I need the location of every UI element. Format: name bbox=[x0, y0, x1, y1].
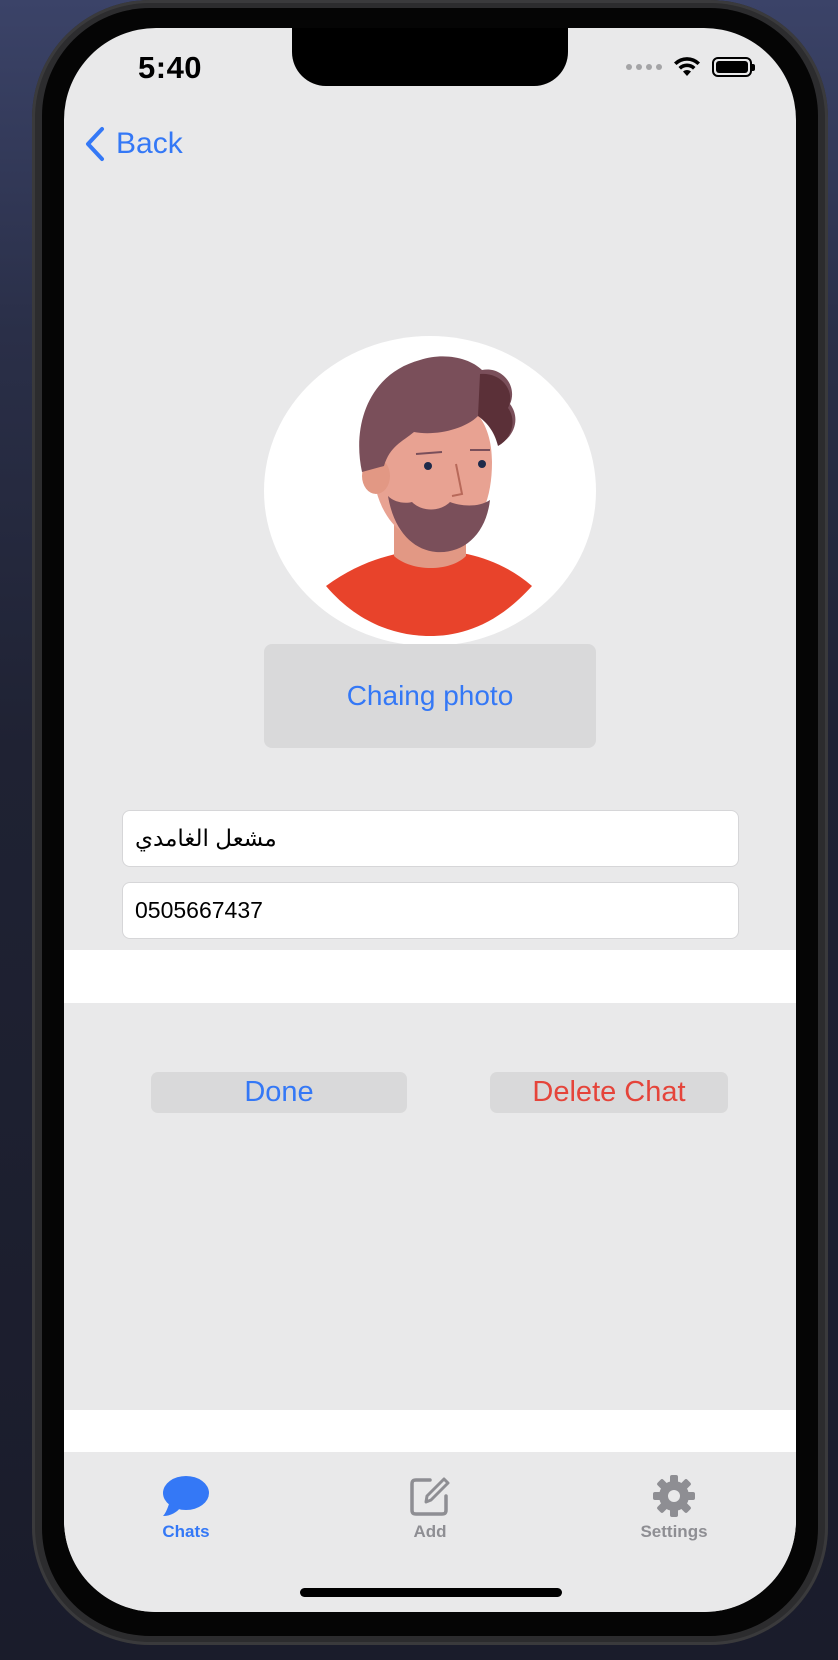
delete-chat-button[interactable]: Delete Chat bbox=[490, 1072, 728, 1113]
tab-chats-label: Chats bbox=[162, 1522, 210, 1541]
tab-add[interactable]: Add bbox=[370, 1474, 490, 1542]
back-button[interactable]: Back bbox=[84, 126, 183, 162]
name-field[interactable]: مشعل الغامدي bbox=[122, 810, 739, 867]
home-indicator bbox=[300, 1588, 562, 1597]
change-photo-button[interactable]: Chaing photo bbox=[264, 644, 596, 748]
done-button[interactable]: Done bbox=[151, 1072, 407, 1113]
tab-settings-label: Settings bbox=[640, 1522, 708, 1541]
status-icons bbox=[626, 56, 755, 78]
battery-icon bbox=[712, 57, 755, 77]
back-label: Back bbox=[116, 127, 183, 160]
wifi-icon bbox=[674, 57, 700, 76]
phone-field[interactable]: 0505667437 bbox=[122, 882, 739, 939]
tab-add-label: Add bbox=[413, 1522, 447, 1541]
phone-screen: 5:40 Back Chaing photo مشعل الغامدي 0505… bbox=[64, 28, 796, 1612]
tab-chats[interactable]: Chats bbox=[126, 1474, 246, 1542]
notch bbox=[292, 28, 568, 86]
bottom-separator-strip bbox=[64, 1410, 796, 1452]
tab-settings[interactable]: Settings bbox=[614, 1474, 734, 1542]
compose-icon bbox=[410, 1477, 450, 1516]
cellular-signal-icon bbox=[626, 64, 662, 70]
avatar-illustration bbox=[326, 356, 532, 636]
profile-avatar bbox=[264, 336, 596, 646]
separator-strip bbox=[64, 950, 796, 1003]
status-time: 5:40 bbox=[138, 50, 203, 85]
gear-icon bbox=[653, 1475, 695, 1517]
chat-bubble-icon bbox=[163, 1476, 209, 1516]
chevron-left-icon bbox=[86, 127, 104, 161]
